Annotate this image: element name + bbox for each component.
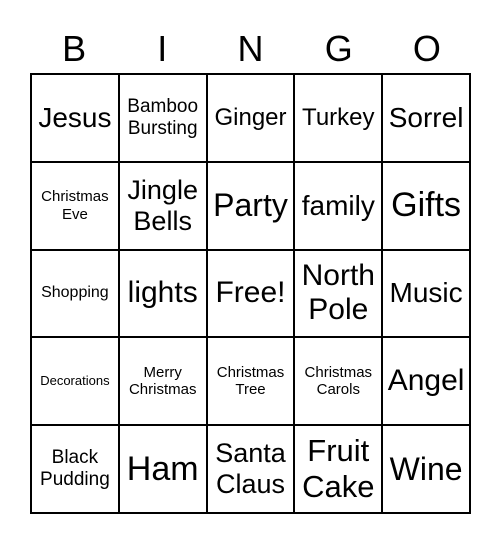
bingo-cell[interactable]: Angel	[382, 337, 470, 426]
bingo-cell[interactable]: North Pole	[294, 249, 383, 338]
bingo-cell[interactable]: Free!	[206, 249, 295, 338]
bingo-cell[interactable]: family	[294, 161, 383, 250]
bingo-cell[interactable]: Jingle Bells	[118, 161, 207, 250]
bingo-cell[interactable]: lights	[118, 249, 207, 338]
header-letter-g: G	[324, 28, 353, 69]
bingo-cell[interactable]: Ginger	[206, 74, 295, 162]
bingo-cell[interactable]: Christmas Carols	[294, 337, 383, 426]
bingo-cell[interactable]: Sorrel	[382, 74, 470, 162]
bingo-cell[interactable]: Santa Claus	[206, 425, 295, 513]
bingo-cell[interactable]: Shopping	[31, 249, 119, 338]
bingo-cell[interactable]: Wine	[382, 425, 470, 513]
header-letter-o: O	[412, 28, 441, 69]
bingo-cell[interactable]: Music	[382, 249, 470, 338]
bingo-cell[interactable]: Decorations	[31, 337, 119, 426]
bingo-cell[interactable]: Bamboo Bursting	[118, 74, 207, 162]
bingo-cell[interactable]: Party	[206, 161, 295, 250]
bingo-cell[interactable]: Ham	[118, 425, 207, 513]
header-letter-b: B	[62, 28, 87, 69]
bingo-header: B I N G O	[30, 26, 471, 72]
bingo-cell[interactable]: Black Pudding	[31, 425, 119, 513]
bingo-cell[interactable]: Jesus	[31, 74, 119, 162]
bingo-cell[interactable]: Merry Christmas	[118, 337, 207, 426]
bingo-cell[interactable]: Fruit Cake	[294, 425, 383, 513]
header-letter-i: I	[157, 28, 168, 69]
header-letter-n: N	[237, 28, 264, 69]
bingo-cell[interactable]: Gifts	[382, 161, 470, 250]
bingo-grid: Jesus Bamboo Bursting Ginger Turkey Sorrel Ch…	[30, 73, 471, 514]
bingo-cell[interactable]: Christmas Eve	[31, 161, 119, 250]
bingo-cell[interactable]: Turkey	[294, 74, 383, 162]
bingo-cell[interactable]: Christmas Tree	[206, 337, 295, 426]
